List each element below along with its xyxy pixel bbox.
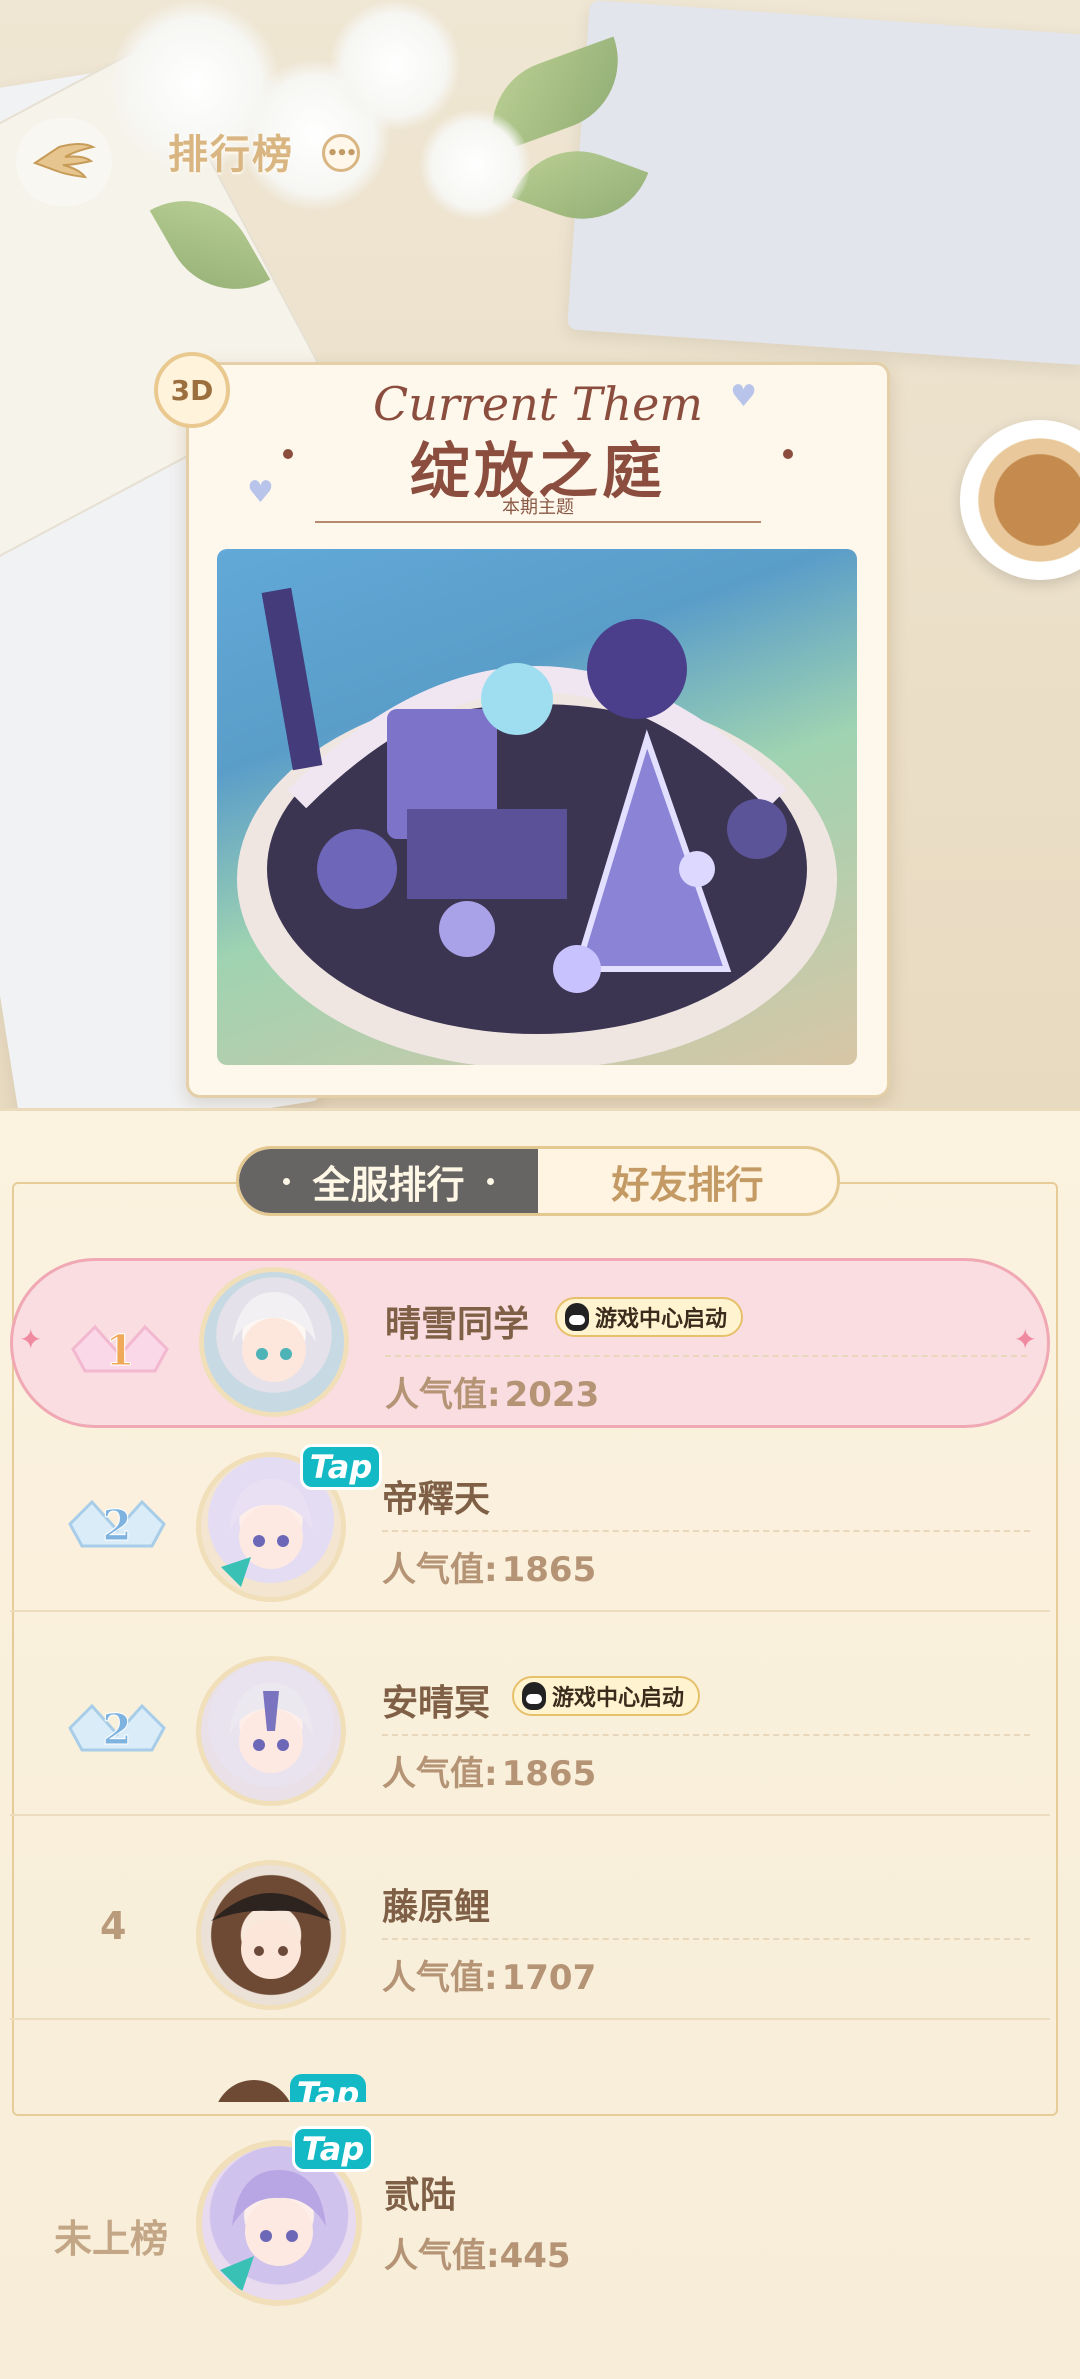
popularity-value: 1707 [501, 1958, 597, 1998]
avatar [214, 2080, 294, 2102]
my-ranking-row[interactable]: 未上榜 Tap 贰陆 人气值:445 [0, 2120, 1080, 2350]
game-center-tag: 游戏中心启动 [512, 1676, 701, 1716]
player-name: 安晴冥 [382, 1683, 491, 1724]
divider [382, 1734, 1030, 1736]
ornament-divider [315, 521, 761, 523]
popularity: 人气值: 2023 [385, 1367, 599, 1416]
ranking-row[interactable]: ✦ ✦ 1 晴雪同学 游戏中心启动 人气值: 2023 [10, 1258, 1050, 1428]
popularity-value: 1865 [501, 1754, 597, 1794]
game-center-tag: 游戏中心启动 [555, 1297, 744, 1337]
rank-number: 2 [102, 1501, 131, 1550]
taptap-badge: Tap [300, 1444, 382, 1490]
popularity-value: 1865 [501, 1550, 597, 1590]
theme-card[interactable]: Current Them ♥ ♥ 绽放之庭 本期主题 [186, 362, 890, 1098]
game-center-tag-label: 游戏中心启动 [595, 1307, 728, 1332]
tab-dot [486, 1177, 494, 1185]
avatar[interactable] [196, 1656, 346, 1806]
sparkle-icon: ✦ [19, 1323, 43, 1356]
player-name: 晴雪同学 [385, 1304, 530, 1345]
ranking-row[interactable]: 4 藤原鲤 人气值: 1707 [10, 1844, 1050, 2020]
taptap-badge: Tap [290, 2074, 366, 2102]
rank-number: 1 [105, 1326, 134, 1375]
divider [382, 1530, 1030, 1532]
gold-crown-icon: 1 [71, 1324, 169, 1376]
popularity-label: 人气值: [382, 1550, 498, 1590]
back-button[interactable] [16, 118, 112, 206]
divider [385, 1355, 1027, 1357]
theme-garden-image [217, 549, 857, 1065]
qq-penguin-icon [522, 1682, 546, 1710]
tab-server-ranking[interactable]: 全服排行 [239, 1149, 538, 1213]
avatar[interactable] [199, 1267, 349, 1417]
my-rank: 未上榜 [54, 2217, 169, 2261]
background-paper [566, 0, 1080, 366]
player-name: 帝釋天 [382, 1479, 491, 1520]
partial-ranking-row: Tap [210, 2070, 370, 2102]
rank-number: 2 [102, 1705, 131, 1754]
game-center-tag-label: 游戏中心启动 [552, 1686, 685, 1711]
silver-crown-icon: 2 [68, 1499, 166, 1551]
taptap-badge: Tap [292, 2126, 374, 2172]
popularity-label: 人气值: [384, 2236, 500, 2276]
tab-friend-ranking[interactable]: 好友排行 [538, 1149, 837, 1213]
ranking-row[interactable]: 2 安晴冥 游戏中心启动 人气值: 1865 [10, 1640, 1050, 1816]
theme-subtitle: 本期主题 [502, 497, 574, 518]
divider [382, 1938, 1030, 1940]
tab-label: 全服排行 [312, 1162, 465, 1207]
heart-icon: ♥ [730, 379, 757, 414]
player-name: 藤原鲤 [382, 1887, 491, 1928]
page-title: 排行榜 [168, 132, 294, 178]
more-icon[interactable]: ••• [322, 134, 360, 172]
sparkle-icon: ✦ [1013, 1323, 1037, 1356]
popularity-label: 人气值: [385, 1375, 501, 1415]
popularity-value: 2023 [504, 1375, 600, 1415]
popularity: 人气值: 1865 [382, 1746, 596, 1795]
ranking-tabs: 全服排行 好友排行 [236, 1146, 840, 1216]
my-popularity: 人气值:445 [384, 2228, 571, 2277]
tab-label: 好友排行 [611, 1162, 764, 1207]
wing-back-icon [32, 143, 96, 179]
silver-crown-icon: 2 [68, 1703, 166, 1755]
ranking-row[interactable]: 2 Tap 帝釋天 人气值: 1865 [10, 1436, 1050, 1612]
flower-decoration [330, 0, 460, 130]
popularity-label: 人气值: [382, 1754, 498, 1794]
qq-penguin-icon [565, 1303, 589, 1331]
popularity-label: 人气值: [382, 1958, 498, 1998]
rank-number: 4 [100, 1904, 127, 1948]
popularity: 人气值: 1865 [382, 1542, 596, 1591]
3d-badge[interactable]: 3D [154, 352, 230, 428]
flower-decoration [420, 110, 530, 220]
popularity: 人气值: 1707 [382, 1950, 596, 1999]
avatar[interactable] [196, 1860, 346, 2010]
my-name: 贰陆 [384, 2175, 457, 2216]
tab-dot [283, 1177, 291, 1185]
popularity-value: 445 [499, 2236, 571, 2276]
